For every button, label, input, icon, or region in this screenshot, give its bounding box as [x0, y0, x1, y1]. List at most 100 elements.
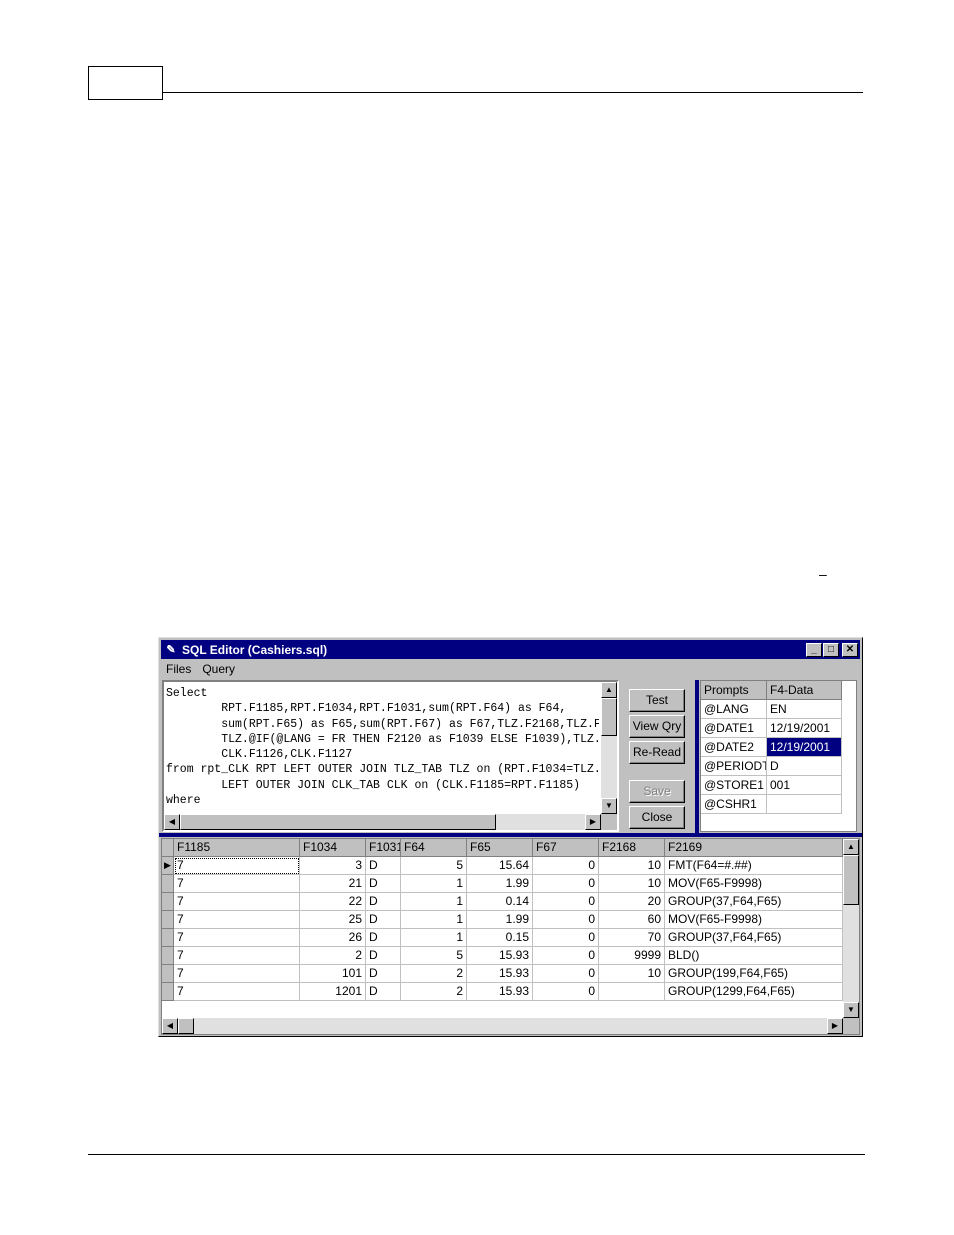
col-f65-cell[interactable]: 15.93 — [467, 965, 533, 983]
close-window-button[interactable]: ✕ — [842, 642, 858, 657]
col-f65-cell[interactable]: 15.64 — [467, 857, 533, 875]
horizontal-splitter[interactable] — [159, 833, 862, 837]
col-f65-cell[interactable]: 15.93 — [467, 947, 533, 965]
col-f1034-cell[interactable]: 3 — [300, 857, 366, 875]
col-f67-header[interactable]: F67 — [533, 839, 599, 857]
sql-editor-textarea[interactable]: Select RPT.F1185,RPT.F1034,RPT.F1031,sum… — [162, 680, 619, 832]
col-f64-cell[interactable]: 1 — [401, 875, 467, 893]
col-f64-header[interactable]: F64 — [401, 839, 467, 857]
vertical-splitter[interactable] — [695, 680, 699, 833]
col-f67-cell[interactable]: 0 — [533, 911, 599, 929]
col-f2169-header[interactable]: F2169 — [665, 839, 843, 857]
col-f1031-cell[interactable]: D — [366, 893, 401, 911]
col-f1185-cell[interactable]: 7 — [174, 947, 300, 965]
scroll-down-arrow-icon[interactable]: ▼ — [843, 1002, 859, 1018]
row-indicator-cell[interactable] — [162, 893, 174, 911]
grid-horizontal-scrollbar[interactable]: ◀ ▶ — [162, 1018, 843, 1034]
sql-text[interactable]: Select RPT.F1185,RPT.F1034,RPT.F1031,sum… — [166, 686, 599, 812]
table-row[interactable]: ▶ 7 3 D 5 15.64 0 10 FMT(F64=#.##) — [162, 857, 843, 875]
row-indicator-cell[interactable] — [162, 911, 174, 929]
table-row[interactable]: 7 2 D 5 15.93 0 9999 BLD() — [162, 947, 843, 965]
col-f1034-cell[interactable]: 21 — [300, 875, 366, 893]
view-qry-button[interactable]: View Qry — [629, 715, 685, 738]
title-bar[interactable]: ✎ SQL Editor (Cashiers.sql) _ □ ✕ — [161, 640, 860, 659]
sql-hscroll-thumb[interactable] — [180, 814, 496, 830]
col-f2168-cell[interactable]: 60 — [599, 911, 665, 929]
table-row[interactable]: 7 22 D 1 0.14 0 20 GROUP(37,F64,F65) — [162, 893, 843, 911]
col-f67-cell[interactable]: 0 — [533, 893, 599, 911]
col-f1185-cell[interactable]: 7 — [174, 983, 300, 1001]
col-f2168-cell[interactable]: 10 — [599, 875, 665, 893]
scroll-up-arrow-icon[interactable]: ▲ — [843, 839, 859, 855]
col-f2169-cell[interactable]: FMT(F64=#.##) — [665, 857, 843, 875]
col-f2169-cell[interactable]: GROUP(1299,F64,F65) — [665, 983, 843, 1001]
row-indicator-cell[interactable] — [162, 947, 174, 965]
menu-files[interactable]: Files — [161, 662, 197, 676]
table-row[interactable]: 7 26 D 1 0.15 0 70 GROUP(37,F64,F65) — [162, 929, 843, 947]
prompts-header[interactable]: Prompts — [701, 681, 767, 700]
col-f67-cell[interactable]: 0 — [533, 965, 599, 983]
col-f1031-cell[interactable]: D — [366, 983, 401, 1001]
col-f1185-cell[interactable]: 7 — [174, 911, 300, 929]
scroll-up-arrow-icon[interactable]: ▲ — [601, 682, 617, 698]
current-row-indicator-icon[interactable]: ▶ — [162, 857, 174, 875]
scroll-right-arrow-icon[interactable]: ▶ — [827, 1018, 843, 1034]
prompt-value[interactable] — [767, 795, 842, 814]
col-f1031-cell[interactable]: D — [366, 875, 401, 893]
col-f65-cell[interactable]: 0.14 — [467, 893, 533, 911]
prompt-row[interactable]: @DATE2 12/19/2001 — [701, 738, 842, 757]
row-indicator-cell[interactable] — [162, 929, 174, 947]
prompt-value[interactable]: 001 — [767, 776, 842, 795]
col-f65-cell[interactable]: 1.99 — [467, 911, 533, 929]
col-f1034-cell[interactable]: 101 — [300, 965, 366, 983]
table-row[interactable]: 7 1201 D 2 15.93 0 GROUP(1299,F64,F65) — [162, 983, 843, 1001]
col-f2168-cell[interactable]: 20 — [599, 893, 665, 911]
col-f2168-cell[interactable]: 10 — [599, 965, 665, 983]
col-f2169-cell[interactable]: GROUP(199,F64,F65) — [665, 965, 843, 983]
col-f64-cell[interactable]: 1 — [401, 893, 467, 911]
close-button[interactable]: Close — [629, 806, 685, 829]
col-f1034-cell[interactable]: 2 — [300, 947, 366, 965]
col-f67-cell[interactable]: 0 — [533, 857, 599, 875]
table-row[interactable]: 7 101 D 2 15.93 0 10 GROUP(199,F64,F65) — [162, 965, 843, 983]
col-f1185-cell[interactable]: 7 — [174, 893, 300, 911]
minimize-button[interactable]: _ — [806, 642, 822, 657]
test-button[interactable]: Test — [629, 689, 685, 712]
col-f2168-cell[interactable] — [599, 983, 665, 1001]
re-read-button[interactable]: Re-Read — [629, 741, 685, 764]
col-f2168-cell[interactable]: 9999 — [599, 947, 665, 965]
col-f2169-cell[interactable]: BLD() — [665, 947, 843, 965]
col-f1031-cell[interactable]: D — [366, 911, 401, 929]
row-indicator-cell[interactable] — [162, 983, 174, 1001]
prompt-row[interactable]: @STORE1 001 — [701, 776, 842, 795]
col-f1034-cell[interactable]: 1201 — [300, 983, 366, 1001]
results-header-row[interactable]: F1185 F1034 F1031 F64 F65 F67 F2168 F2169 — [162, 839, 843, 857]
app-icon[interactable]: ✎ — [164, 643, 178, 657]
menu-query[interactable]: Query — [197, 662, 241, 676]
prompt-row[interactable]: @LANG EN — [701, 700, 842, 719]
col-f1185-cell[interactable]: 7 — [174, 857, 300, 875]
table-row[interactable]: 7 21 D 1 1.99 0 10 MOV(F65-F9998) — [162, 875, 843, 893]
col-f65-header[interactable]: F65 — [467, 839, 533, 857]
col-f67-cell[interactable]: 0 — [533, 929, 599, 947]
col-f67-cell[interactable]: 0 — [533, 875, 599, 893]
col-f1185-cell[interactable]: 7 — [174, 965, 300, 983]
col-f64-cell[interactable]: 5 — [401, 857, 467, 875]
prompt-value-selected[interactable]: 12/19/2001 — [767, 738, 842, 757]
col-f2168-header[interactable]: F2168 — [599, 839, 665, 857]
col-f64-cell[interactable]: 2 — [401, 983, 467, 1001]
col-f67-cell[interactable]: 0 — [533, 983, 599, 1001]
table-row[interactable]: 7 25 D 1 1.99 0 60 MOV(F65-F9998) — [162, 911, 843, 929]
row-indicator-cell[interactable] — [162, 875, 174, 893]
col-f65-cell[interactable]: 1.99 — [467, 875, 533, 893]
col-f64-cell[interactable]: 1 — [401, 911, 467, 929]
col-f2169-cell[interactable]: GROUP(37,F64,F65) — [665, 929, 843, 947]
col-f2168-cell[interactable]: 70 — [599, 929, 665, 947]
col-f64-cell[interactable]: 2 — [401, 965, 467, 983]
prompt-value[interactable]: 12/19/2001 — [767, 719, 842, 738]
sql-vscroll-thumb[interactable] — [601, 698, 617, 736]
prompt-row[interactable]: @DATE1 12/19/2001 — [701, 719, 842, 738]
col-f64-cell[interactable]: 5 — [401, 947, 467, 965]
grid-vscroll-thumb[interactable] — [843, 855, 859, 905]
scroll-left-arrow-icon[interactable]: ◀ — [164, 814, 180, 830]
